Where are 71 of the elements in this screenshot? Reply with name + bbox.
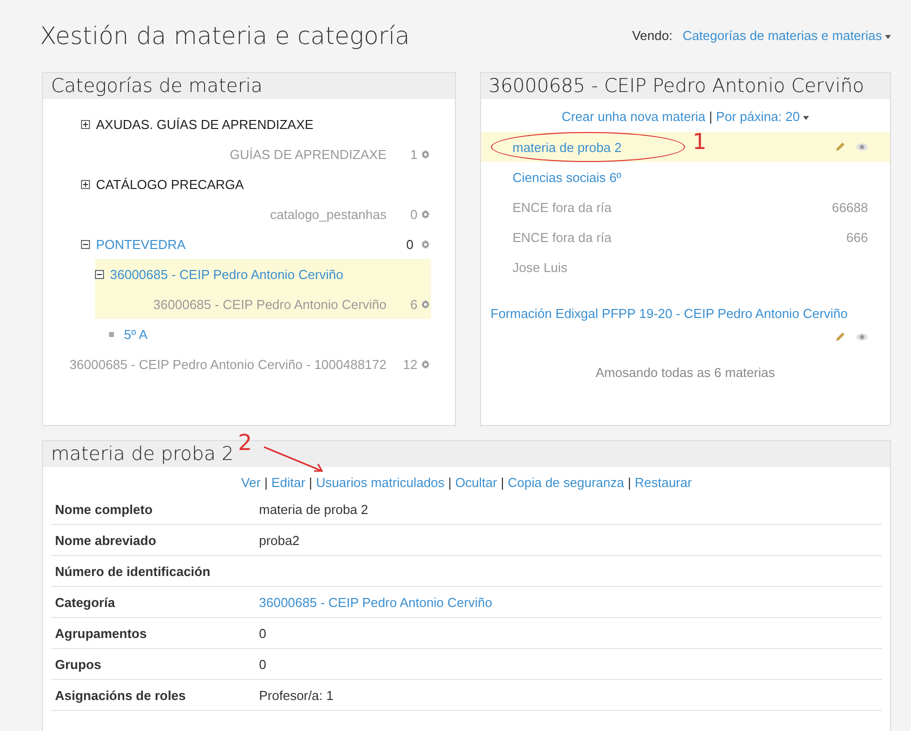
annotation-number: 2 (238, 431, 252, 456)
course-name[interactable]: catalogo_pestanhas (270, 206, 386, 222)
course-count: 6 (410, 296, 418, 312)
course-id: 666 (846, 230, 868, 244)
category-name[interactable]: PONTEVEDRA (96, 236, 364, 252)
gear-icon[interactable] (420, 208, 430, 220)
course-name[interactable]: GUÍAS DE APRENDIZAXE (230, 146, 386, 162)
course-name[interactable]: Jose Luis (512, 260, 568, 274)
field-value: 0 (259, 626, 266, 640)
gear-icon[interactable] (420, 148, 430, 160)
expand-icon[interactable] (81, 180, 90, 188)
separator: | (709, 109, 712, 124)
course-count: 1 (410, 146, 418, 162)
collapse-icon[interactable] (81, 240, 90, 248)
field-label: Asignacións de roles (51, 680, 255, 710)
course-name[interactable]: Formación Edixgal PFPP 19-20 - CEIP Pedro Antonio Cerviño (490, 306, 848, 321)
field-label: Nome completo (51, 494, 255, 524)
panel-title: 36000685 - CEIP Pedro Antonio Cerviño (480, 73, 890, 99)
category-name[interactable]: 5º A (124, 326, 430, 342)
viewing-label: Vendo: (632, 28, 673, 43)
gear-icon[interactable] (420, 358, 430, 370)
course-action-link[interactable]: Usuarios matriculados (316, 475, 445, 490)
field-label: Número de identificación (51, 556, 255, 586)
pencil-icon[interactable] (834, 331, 846, 343)
course-name[interactable]: ENCE fora da ría (512, 230, 612, 244)
category-name[interactable]: 36000685 - CEIP Pedro Antonio Cerviño (110, 266, 430, 282)
create-course-link[interactable]: Crear unha nova materia (562, 109, 706, 124)
course-name[interactable]: Ciencias sociais 6º (512, 170, 622, 184)
annotation-number: 1 (692, 130, 706, 155)
eye-icon[interactable] (856, 143, 868, 151)
field-label: Agrupamentos (51, 618, 255, 648)
category-name[interactable]: CATÁLOGO PRECARGA (96, 176, 430, 192)
field-label: Categoría (51, 586, 255, 618)
course-name[interactable]: 36000685 - CEIP Pedro Antonio Cerviño - 1000488172 (69, 356, 386, 372)
gear-icon[interactable] (420, 238, 430, 250)
course-name[interactable]: materia de proba 2 (512, 140, 622, 154)
course-name[interactable]: ENCE fora da ría (512, 200, 612, 214)
eye-icon[interactable] (856, 333, 868, 341)
field-value: 0 (259, 656, 266, 672)
course-action-link[interactable]: Restaurar (634, 475, 692, 490)
category-name[interactable]: AXUDAS. GUÍAS DE APRENDIZAXE (96, 116, 430, 132)
course-count: 0 (410, 206, 418, 222)
separator: | (308, 475, 312, 490)
view-dropdown[interactable]: Categorías de materias e materias (682, 28, 891, 43)
page-title: Xestión da materia e categoría (40, 22, 410, 50)
pencil-icon[interactable] (834, 141, 846, 153)
separator: | (264, 475, 268, 490)
course-action-link[interactable]: Editar (271, 475, 306, 490)
collapse-icon[interactable] (95, 270, 104, 278)
field-value[interactable]: 36000685 - CEIP Pedro Antonio Cerviño (259, 594, 492, 610)
course-action-link[interactable]: Copia de seguranza (508, 475, 624, 490)
course-name[interactable]: 36000685 - CEIP Pedro Antonio Cerviño (153, 296, 386, 312)
course-id: 66688 (832, 200, 868, 214)
expand-icon[interactable] (81, 120, 90, 128)
per-page-dropdown[interactable]: Por páxina: 20 (716, 109, 809, 124)
panel-title: Categorías de materia (43, 73, 454, 99)
separator: | (448, 475, 452, 490)
field-label: Grupos (51, 648, 255, 680)
field-value: Profesor/a: 1 (259, 688, 334, 702)
gear-icon[interactable] (420, 298, 430, 310)
field-label: Nome abreviado (51, 524, 255, 556)
courses-summary: Amosando todas as 6 materias (594, 364, 776, 380)
field-value: materia de proba 2 (259, 502, 368, 516)
course-count: 12 (403, 356, 418, 372)
course-count: 0 (405, 236, 414, 252)
bullet-icon (109, 332, 114, 336)
course-action-link[interactable]: Ver (241, 475, 261, 490)
separator: | (500, 475, 504, 490)
course-action-link[interactable]: Ocultar (455, 475, 498, 490)
separator: | (628, 475, 632, 490)
field-value: proba2 (259, 532, 300, 548)
